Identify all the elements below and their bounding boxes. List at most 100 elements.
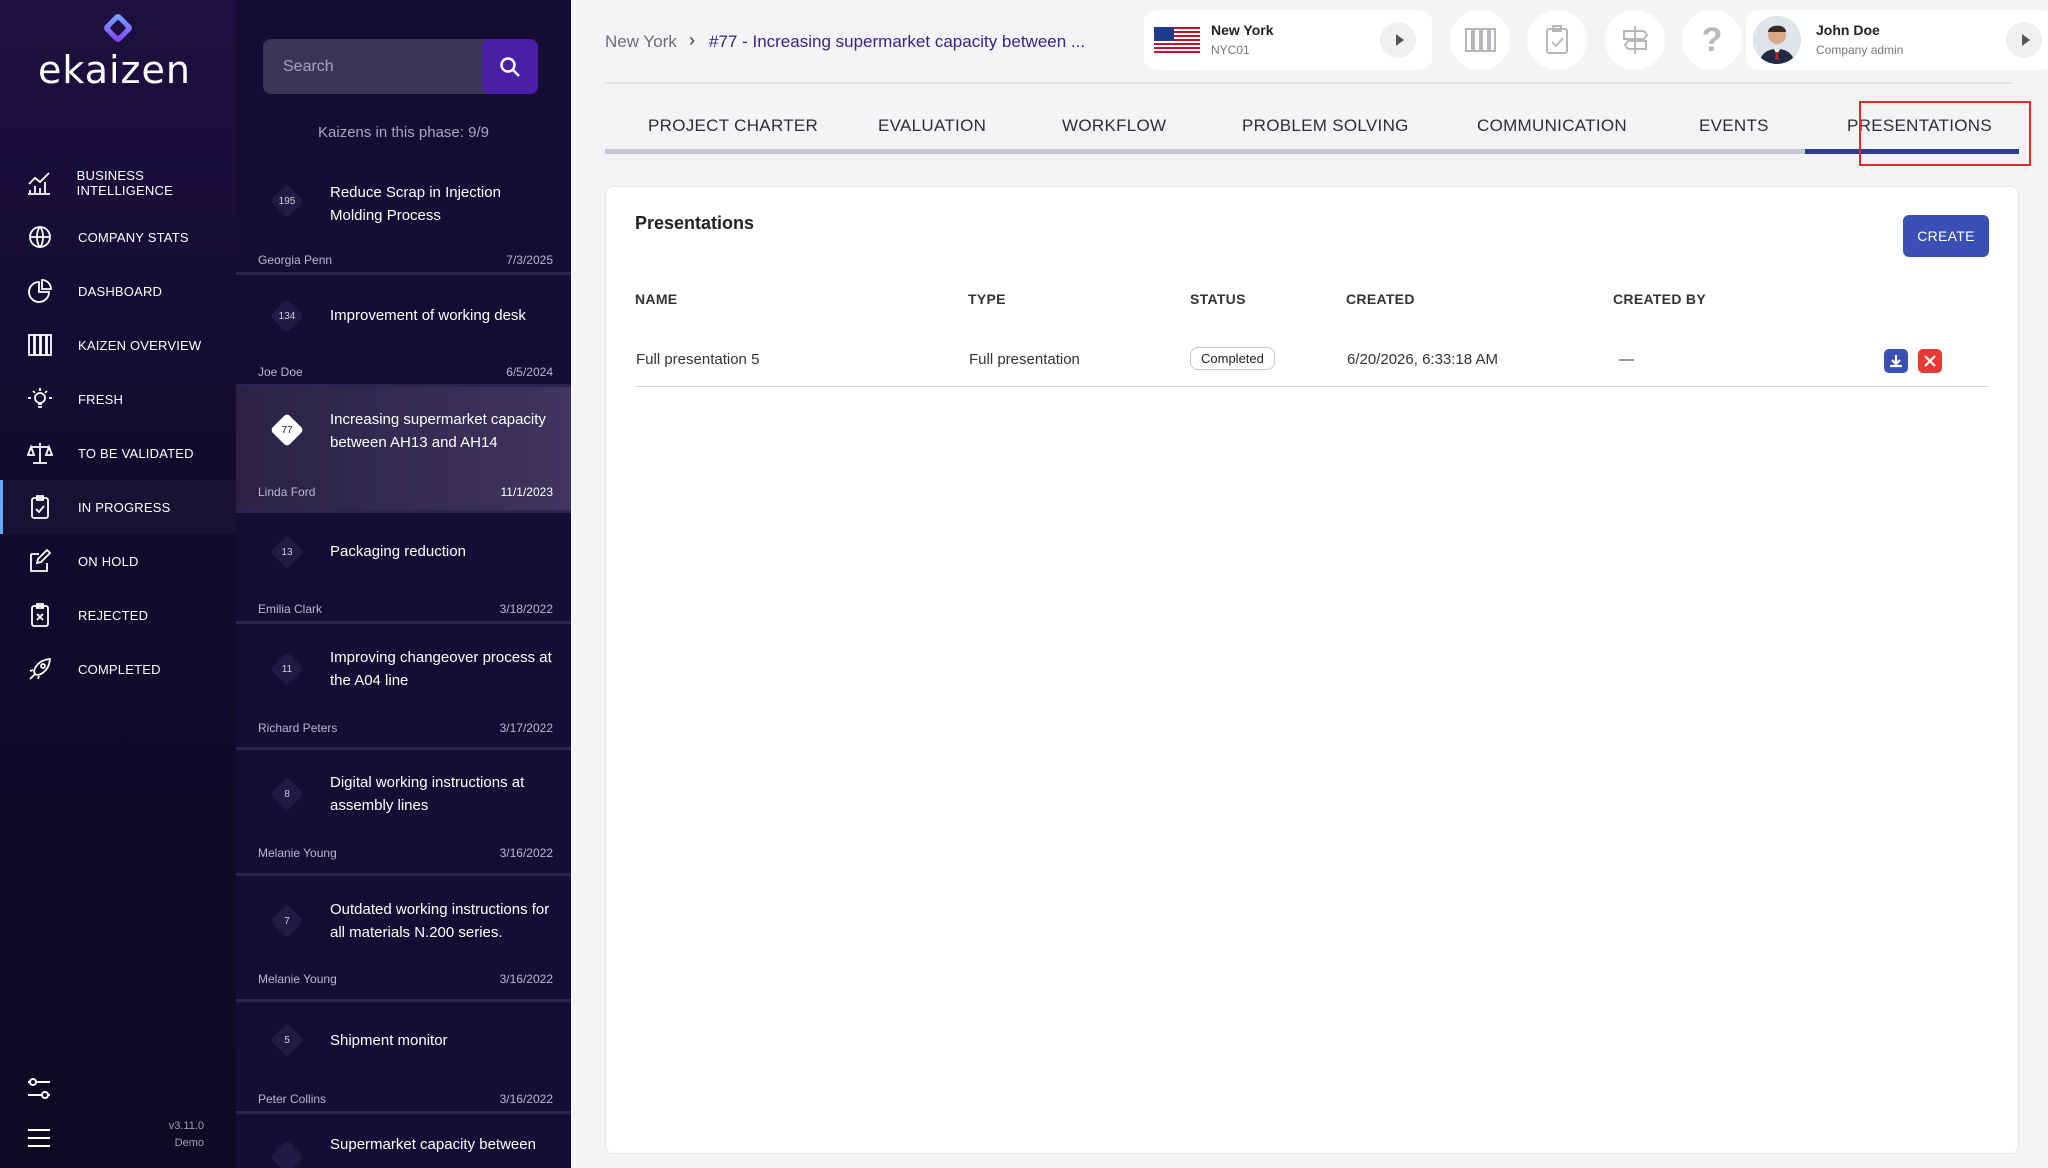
kaizen-title: Shipment monitor: [330, 1032, 448, 1049]
kaizen-author: Linda Ford: [258, 485, 316, 499]
search-button[interactable]: [482, 39, 538, 94]
kaizen-author: Melanie Young: [258, 972, 337, 986]
kaizen-list-item[interactable]: 13 Packaging reduction Emilia Clark 3/18…: [236, 513, 571, 624]
user-role: Company admin: [1816, 43, 1904, 57]
nav-label: DASHBOARD: [78, 283, 163, 299]
edit-icon: [26, 547, 54, 575]
avatar: [1753, 16, 1801, 64]
location-selector[interactable]: New York NYC01: [1144, 10, 1432, 70]
kaizen-date: 3/16/2022: [499, 1092, 553, 1106]
kaizen-date: 3/17/2022: [499, 721, 553, 735]
main-navigation: ekaizen BUSINESS INTELLIGENCE COMPANY ST…: [0, 0, 236, 1168]
nav-item-kaizen-overview[interactable]: KAIZEN OVERVIEW: [0, 318, 236, 372]
kaizen-date: 3/16/2022: [499, 972, 553, 986]
user-profile-card[interactable]: John Doe Company admin: [1746, 10, 2048, 70]
main-content: New York › #77 - Increasing supermarket …: [571, 0, 2048, 1168]
tab-problem-solving[interactable]: PROBLEM SOLVING: [1242, 116, 1409, 136]
play-arrow-icon: [1395, 34, 1404, 46]
nav-item-fresh[interactable]: FRESH: [0, 372, 236, 426]
logo-mark-icon: [104, 14, 132, 42]
column-header-status: STATUS: [1190, 291, 1246, 307]
location-name: New York: [1211, 22, 1274, 38]
kaizen-list-item[interactable]: 7 Outdated working instructions for all …: [236, 876, 571, 1002]
nav-item-to-be-validated[interactable]: TO BE VALIDATED: [0, 426, 236, 480]
kaizen-author: Melanie Young: [258, 846, 337, 860]
delete-button[interactable]: [1918, 349, 1942, 373]
table-row: Full presentation 5 Full presentation Co…: [635, 335, 1989, 387]
nav-label: BUSINESS INTELLIGENCE: [76, 168, 173, 198]
kaizen-date: 6/5/2024: [506, 365, 553, 379]
breadcrumb-root[interactable]: New York: [605, 32, 677, 52]
ekaizen-logo[interactable]: ekaizen: [38, 10, 198, 92]
search-box: [263, 39, 538, 94]
tab-evaluation[interactable]: EVALUATION: [878, 116, 986, 136]
filter-settings-icon[interactable]: [26, 1076, 52, 1102]
nav-label: COMPLETED: [78, 661, 161, 677]
tab-events[interactable]: EVENTS: [1699, 116, 1769, 136]
kaizen-list-item[interactable]: 11 Improving changeover process at the A…: [236, 624, 571, 750]
nav-label: REJECTED: [78, 607, 149, 623]
kaizen-list-item[interactable]: 134 Improvement of working desk Joe Doe …: [236, 275, 571, 387]
column-header-created: CREATED: [1346, 291, 1415, 307]
kaizen-title: Outdated working instructions for all ma…: [330, 901, 550, 941]
nav-item-dashboard[interactable]: DASHBOARD: [0, 264, 236, 318]
kaizen-author: Peter Collins: [258, 1092, 327, 1106]
kaizen-title: Packaging reduction: [330, 543, 466, 560]
help-icon: ?: [1701, 20, 1723, 59]
kaizen-tabs: PROJECT CHARTER EVALUATION WORKFLOW PROB…: [605, 101, 2031, 166]
kaizen-number-badge: 77: [270, 413, 304, 447]
help-button[interactable]: ?: [1682, 10, 1742, 70]
nav-item-business-intelligence[interactable]: BUSINESS INTELLIGENCE: [0, 156, 236, 210]
kaizen-number-badge: 195: [270, 184, 304, 218]
nav-item-completed[interactable]: COMPLETED: [0, 642, 236, 696]
kaizen-number-badge: 11: [270, 652, 304, 686]
columns-icon: [1465, 28, 1496, 52]
play-arrow-icon: [2021, 34, 2030, 46]
close-icon: [1924, 355, 1936, 367]
kaizen-list-item-selected[interactable]: 77 Increasing supermarket capacity betwe…: [236, 387, 571, 513]
pie-chart-icon: [26, 277, 54, 305]
kaizen-list-item[interactable]: 5 Shipment monitor Peter Collins 3/16/20…: [236, 1002, 571, 1114]
tab-project-charter[interactable]: PROJECT CHARTER: [648, 116, 818, 136]
kaizen-author: Emilia Clark: [258, 602, 323, 616]
column-header-created-by: CREATED BY: [1613, 291, 1706, 307]
column-header-type: TYPE: [968, 291, 1006, 307]
phase-count: Kaizens in this phase: 9/9: [318, 124, 489, 141]
kaizen-number-badge: 5: [270, 1023, 304, 1057]
us-flag-icon: [1154, 27, 1200, 53]
nav-item-rejected[interactable]: REJECTED: [0, 588, 236, 642]
kaizen-title: Digital working instructions at assembly…: [330, 774, 525, 814]
nav-item-company-stats[interactable]: COMPANY STATS: [0, 210, 236, 264]
breadcrumb-separator-icon: ›: [689, 30, 695, 50]
kaizen-list-item[interactable]: 195 Reduce Scrap in Injection Molding Pr…: [236, 160, 571, 275]
download-button[interactable]: [1884, 349, 1908, 373]
tasks-button[interactable]: [1527, 10, 1587, 70]
kaizen-number-badge: 7: [270, 904, 304, 938]
location-expand-button[interactable]: [1380, 22, 1416, 58]
kaizen-list-item[interactable]: 8 Digital working instructions at assemb…: [236, 750, 571, 876]
tab-communication[interactable]: COMMUNICATION: [1477, 116, 1627, 136]
signpost-button[interactable]: [1605, 10, 1665, 70]
kaizen-board-button[interactable]: [1450, 10, 1510, 70]
search-input[interactable]: [263, 39, 485, 94]
clipboard-check-icon: [26, 493, 54, 521]
kaizen-list-item[interactable]: Supermarket capacity between: [236, 1114, 571, 1168]
nav-label: COMPANY STATS: [78, 229, 189, 245]
signpost-icon: [1623, 26, 1649, 54]
kaizen-number-badge: 13: [270, 535, 304, 569]
nav-item-in-progress[interactable]: IN PROGRESS: [0, 480, 236, 534]
nav-item-on-hold[interactable]: ON HOLD: [0, 534, 236, 588]
user-menu-button[interactable]: [2006, 22, 2042, 58]
create-button[interactable]: CREATE: [1903, 215, 1989, 257]
hamburger-menu-icon[interactable]: [26, 1125, 52, 1151]
presentation-created: 6/20/2026, 6:33:18 AM: [1347, 351, 1498, 368]
nav-label: IN PROGRESS: [78, 499, 171, 515]
rocket-icon: [26, 655, 54, 683]
presentations-panel: Presentations CREATE NAME TYPE STATUS CR…: [605, 186, 2019, 1154]
top-bar: New York › #77 - Increasing supermarket …: [605, 0, 2048, 84]
kaizen-number-badge: 134: [270, 299, 304, 333]
kaizen-date: 7/3/2025: [506, 253, 553, 267]
kaizen-list-panel: Kaizens in this phase: 9/9 195 Reduce Sc…: [236, 0, 571, 1168]
tab-workflow[interactable]: WORKFLOW: [1062, 116, 1166, 136]
chart-icon: [26, 169, 53, 197]
